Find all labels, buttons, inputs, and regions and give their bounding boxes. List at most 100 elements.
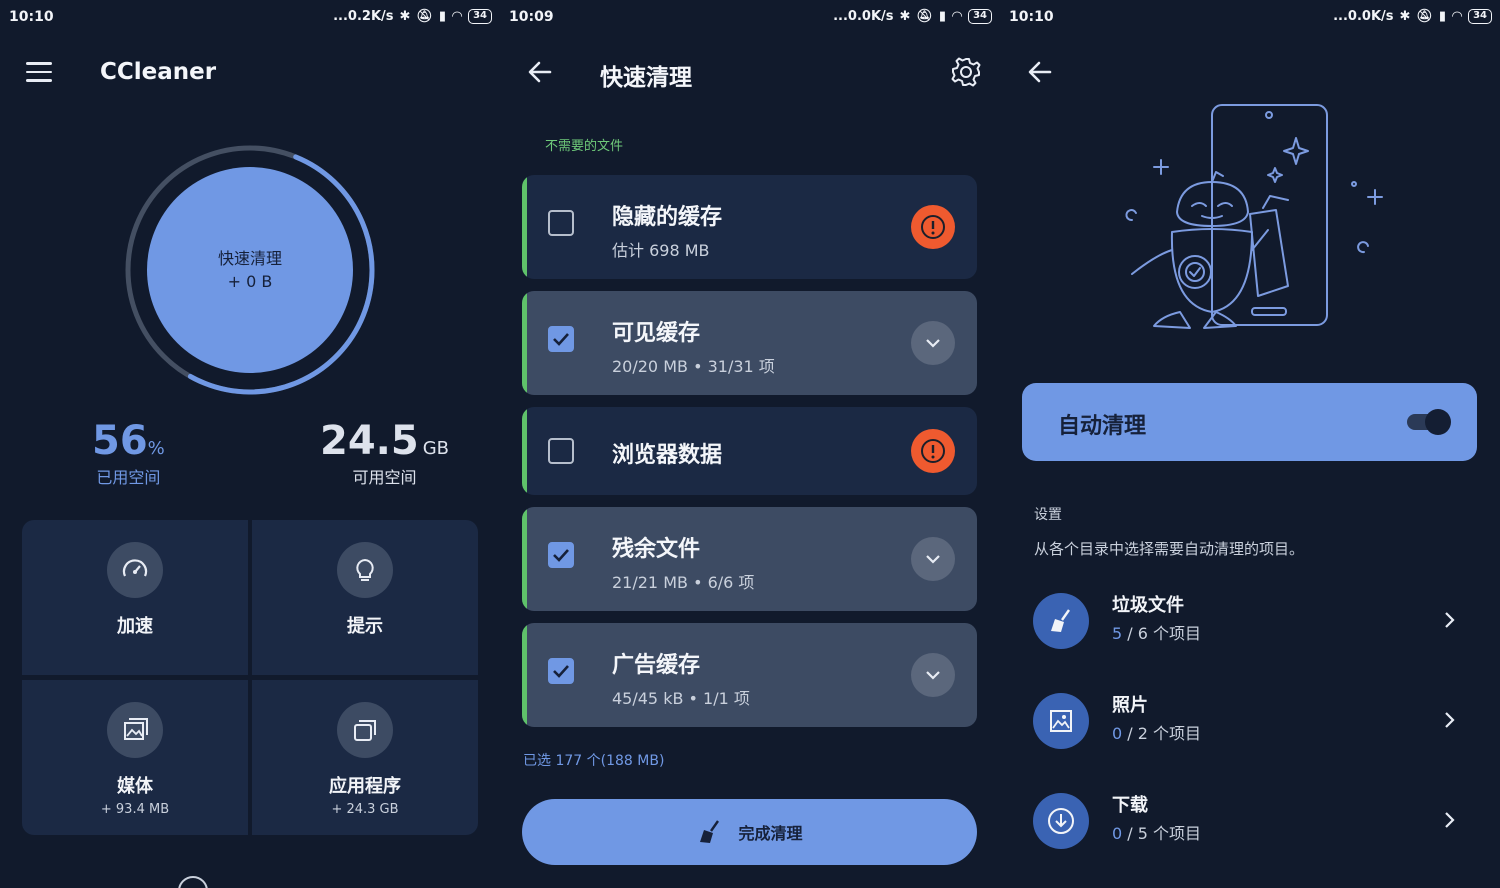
speedometer-icon — [107, 542, 163, 598]
auto-clean-screen: 10:10 ...0.0K/s ✱ 🔕︎ ▮ ◠ 34 自动清理 设置 从各个目… — [1000, 0, 1500, 888]
photo-icon — [1033, 693, 1089, 749]
row-title: 照片 — [1112, 695, 1148, 716]
row-title: 垃圾文件 — [1112, 595, 1184, 616]
used-space-value: 56 — [92, 418, 148, 464]
quick-clean-circle-button[interactable]: 快速清理 + 0 B — [147, 167, 353, 373]
tile-tips[interactable]: 提示 — [252, 520, 478, 675]
chevron-right-icon — [1445, 612, 1455, 628]
battery-icon: 34 — [468, 9, 492, 24]
item-title: 残余文件 — [612, 537, 701, 562]
tile-media[interactable]: 媒体 + 93.4 MB — [22, 680, 248, 835]
used-space-label: 已用空间 — [96, 468, 161, 487]
tile-apps-label: 应用程序 — [329, 776, 401, 797]
apps-icon — [337, 702, 393, 758]
home-screen: 10:10 ...0.2K/s ✱ 🔕︎ ▮ ◠ 34 CCleaner 快速清… — [0, 0, 500, 888]
row-title: 下载 — [1112, 795, 1148, 816]
used-space-unit: % — [147, 438, 165, 459]
item-subtitle: 估计 698 MB — [612, 241, 710, 260]
tile-speed-up[interactable]: 加速 — [22, 520, 248, 675]
item-checkbox[interactable] — [548, 326, 574, 352]
back-arrow-icon[interactable] — [1026, 58, 1054, 86]
menu-icon[interactable] — [26, 62, 52, 82]
tile-media-sub: + 93.4 MB — [100, 802, 170, 817]
signal-icon: ▮ — [938, 9, 947, 24]
checkmark-icon — [553, 549, 569, 562]
tile-apps[interactable]: 应用程序 + 24.3 GB — [252, 680, 478, 835]
gear-icon[interactable] — [950, 56, 982, 88]
tile-media-label: 媒体 — [117, 776, 153, 797]
status-time: 10:10 — [9, 9, 54, 25]
checkmark-icon — [553, 333, 569, 346]
section-label: 不需要的文件 — [545, 139, 624, 154]
battery-icon: 34 — [968, 9, 992, 24]
image-icon — [107, 702, 163, 758]
mute-icon: 🔕︎ — [416, 9, 433, 24]
clean-item-hidden-cache[interactable]: 隐藏的缓存 估计 698 MB — [522, 175, 977, 279]
chevron-right-icon — [1445, 812, 1455, 828]
expand-chevron-icon[interactable] — [911, 321, 955, 365]
clean-item-visible-cache[interactable]: 可见缓存 20/20 MB • 31/31 项 — [522, 291, 977, 395]
auto-clean-row-photos[interactable]: 照片 0 / 2 个项目 — [1022, 686, 1477, 756]
free-space-unit: GB — [422, 438, 449, 459]
status-bar: 10:10 ...0.0K/s ✱ 🔕︎ ▮ ◠ 34 — [1000, 0, 1500, 34]
auto-clean-row-junk[interactable]: 垃圾文件 5 / 6 个项目 — [1022, 586, 1477, 656]
mute-icon: 🔕︎ — [916, 9, 933, 24]
bluetooth-icon: ✱ — [399, 9, 411, 24]
auto-clean-label: 自动清理 — [1058, 414, 1147, 439]
item-subtitle: 20/20 MB • 31/31 项 — [612, 357, 775, 376]
item-checkbox[interactable] — [548, 210, 574, 236]
wifi-icon: ◠ — [1452, 9, 1463, 24]
clean-item-ad-cache[interactable]: 广告缓存 45/45 kB • 1/1 项 — [522, 623, 977, 727]
item-accent-bar — [522, 291, 527, 395]
wifi-icon: ◠ — [452, 9, 463, 24]
back-arrow-icon[interactable] — [526, 58, 554, 86]
item-title: 浏览器数据 — [612, 443, 723, 468]
auto-clean-toggle[interactable] — [1407, 409, 1451, 435]
status-time: 10:09 — [509, 9, 554, 25]
finish-clean-label: 完成清理 — [738, 824, 803, 843]
settings-description: 从各个目录中选择需要自动清理的项目。 — [1034, 540, 1305, 558]
quick-clean-screen: 10:09 ...0.0K/s ✱ 🔕︎ ▮ ◠ 34 快速清理 不需要的文件 … — [500, 0, 1000, 888]
add-shortcut-icon[interactable] — [176, 874, 210, 888]
row-count-selected: 0 — [1112, 824, 1123, 843]
mute-icon: 🔕︎ — [1416, 9, 1433, 24]
auto-clean-card[interactable]: 自动清理 — [1022, 383, 1477, 461]
item-checkbox[interactable] — [548, 542, 574, 568]
item-subtitle: 45/45 kB • 1/1 项 — [612, 689, 750, 708]
item-checkbox[interactable] — [548, 658, 574, 684]
broom-icon — [1033, 593, 1089, 649]
chevron-right-icon — [1445, 712, 1455, 728]
clean-item-residual-files[interactable]: 残余文件 21/21 MB • 6/6 项 — [522, 507, 977, 611]
lightbulb-icon — [337, 542, 393, 598]
network-speed: ...0.0K/s — [1333, 9, 1394, 24]
toggle-knob — [1425, 409, 1451, 435]
settings-heading: 设置 — [1034, 507, 1062, 523]
battery-icon: 34 — [1468, 9, 1492, 24]
clean-item-browser-data[interactable]: 浏览器数据 — [522, 407, 977, 495]
network-speed: ...0.0K/s — [833, 9, 894, 24]
signal-icon: ▮ — [1438, 9, 1447, 24]
warning-icon[interactable] — [911, 429, 955, 473]
expand-chevron-icon[interactable] — [911, 537, 955, 581]
free-space-value: 24.5 — [320, 418, 419, 464]
warning-icon[interactable] — [911, 205, 955, 249]
row-count-total: / 6 个项目 — [1122, 624, 1202, 643]
item-accent-bar — [522, 507, 527, 611]
expand-chevron-icon[interactable] — [911, 653, 955, 697]
row-count-total: / 5 个项目 — [1122, 824, 1202, 843]
row-count-selected: 5 — [1112, 624, 1123, 643]
row-count: 5 / 6 个项目 — [1112, 620, 1201, 644]
network-speed: ...0.2K/s — [333, 9, 394, 24]
bluetooth-icon: ✱ — [1399, 9, 1411, 24]
wifi-icon: ◠ — [952, 9, 963, 24]
finish-clean-button[interactable]: 完成清理 — [522, 799, 977, 865]
app-title: CCleaner — [100, 59, 217, 85]
signal-icon: ▮ — [438, 9, 447, 24]
status-bar: 10:10 ...0.2K/s ✱ 🔕︎ ▮ ◠ 34 — [0, 0, 500, 34]
auto-clean-row-downloads[interactable]: 下载 0 / 5 个项目 — [1022, 786, 1477, 856]
download-icon — [1033, 793, 1089, 849]
item-checkbox[interactable] — [548, 438, 574, 464]
row-count: 0 / 5 个项目 — [1112, 820, 1201, 844]
row-count-total: / 2 个项目 — [1122, 724, 1202, 743]
used-space-stat: 56% 已用空间 — [92, 418, 165, 488]
